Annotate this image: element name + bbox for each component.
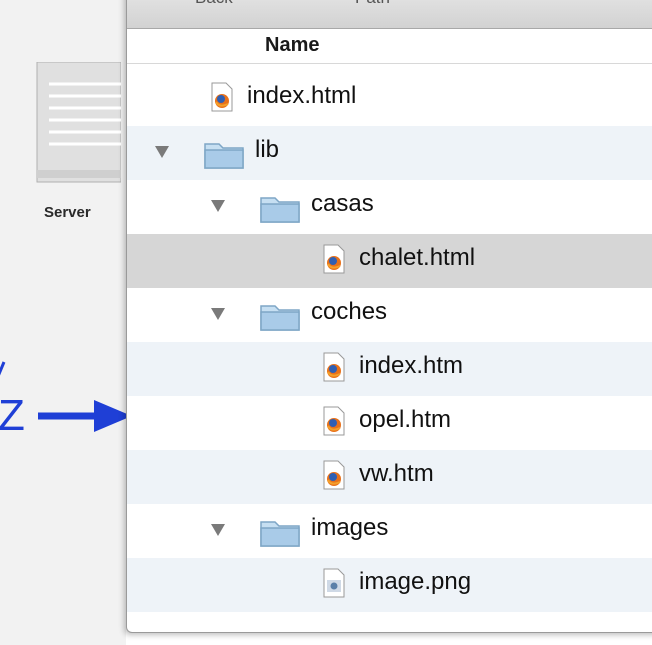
server-icon[interactable] — [35, 62, 121, 202]
back-button[interactable]: Back — [195, 0, 233, 8]
folder-row[interactable]: lib — [127, 126, 652, 180]
file-row[interactable]: index.html — [127, 72, 652, 126]
path-button[interactable]: Path — [355, 0, 390, 8]
html-file-icon — [323, 352, 345, 382]
annotation-letter: Z — [0, 391, 25, 440]
annotation-arrow-icon — [38, 400, 132, 432]
desktop: Server Z — [0, 0, 132, 645]
folder-icon — [260, 305, 300, 331]
disclosure-triangle-icon[interactable] — [155, 146, 169, 158]
html-file-icon — [323, 244, 345, 274]
html-file-icon — [211, 82, 233, 112]
folder-row[interactable]: coches — [127, 288, 652, 342]
folder-name: images — [311, 514, 389, 541]
file-name: chalet.html — [359, 244, 476, 271]
column-header[interactable]: Name — [127, 29, 652, 64]
folder-row[interactable]: images — [127, 504, 652, 558]
disclosure-triangle-icon[interactable] — [211, 308, 225, 320]
folder-row[interactable]: casas — [127, 180, 652, 234]
image-file-icon — [323, 568, 345, 598]
finder-window: Back Path Name index.html lib casas chalet.… — [126, 0, 652, 633]
file-row[interactable]: image.png — [127, 558, 652, 612]
file-row[interactable]: opel.htm — [127, 396, 652, 450]
annotation-mark — [0, 361, 6, 376]
file-name: opel.htm — [359, 406, 452, 433]
html-file-icon — [323, 406, 345, 436]
file-name: index.htm — [359, 352, 464, 379]
file-name: index.html — [247, 82, 357, 109]
file-row[interactable]: vw.htm — [127, 450, 652, 504]
file-name: vw.htm — [359, 460, 434, 487]
disclosure-triangle-icon[interactable] — [211, 200, 225, 212]
folder-icon — [204, 143, 244, 169]
file-row[interactable]: chalet.html — [127, 234, 652, 288]
folder-name: casas — [311, 190, 374, 217]
name-column-header[interactable]: Name — [265, 34, 319, 57]
folder-name: coches — [311, 298, 388, 325]
toolbar: Back Path — [127, 0, 652, 29]
file-name: image.png — [359, 568, 472, 595]
disclosure-triangle-icon[interactable] — [211, 524, 225, 536]
folder-icon — [260, 197, 300, 223]
folder-name: lib — [255, 136, 280, 163]
server-label: Server — [44, 204, 91, 221]
folder-icon — [260, 521, 300, 547]
file-row[interactable]: index.htm — [127, 342, 652, 396]
html-file-icon — [323, 460, 345, 490]
